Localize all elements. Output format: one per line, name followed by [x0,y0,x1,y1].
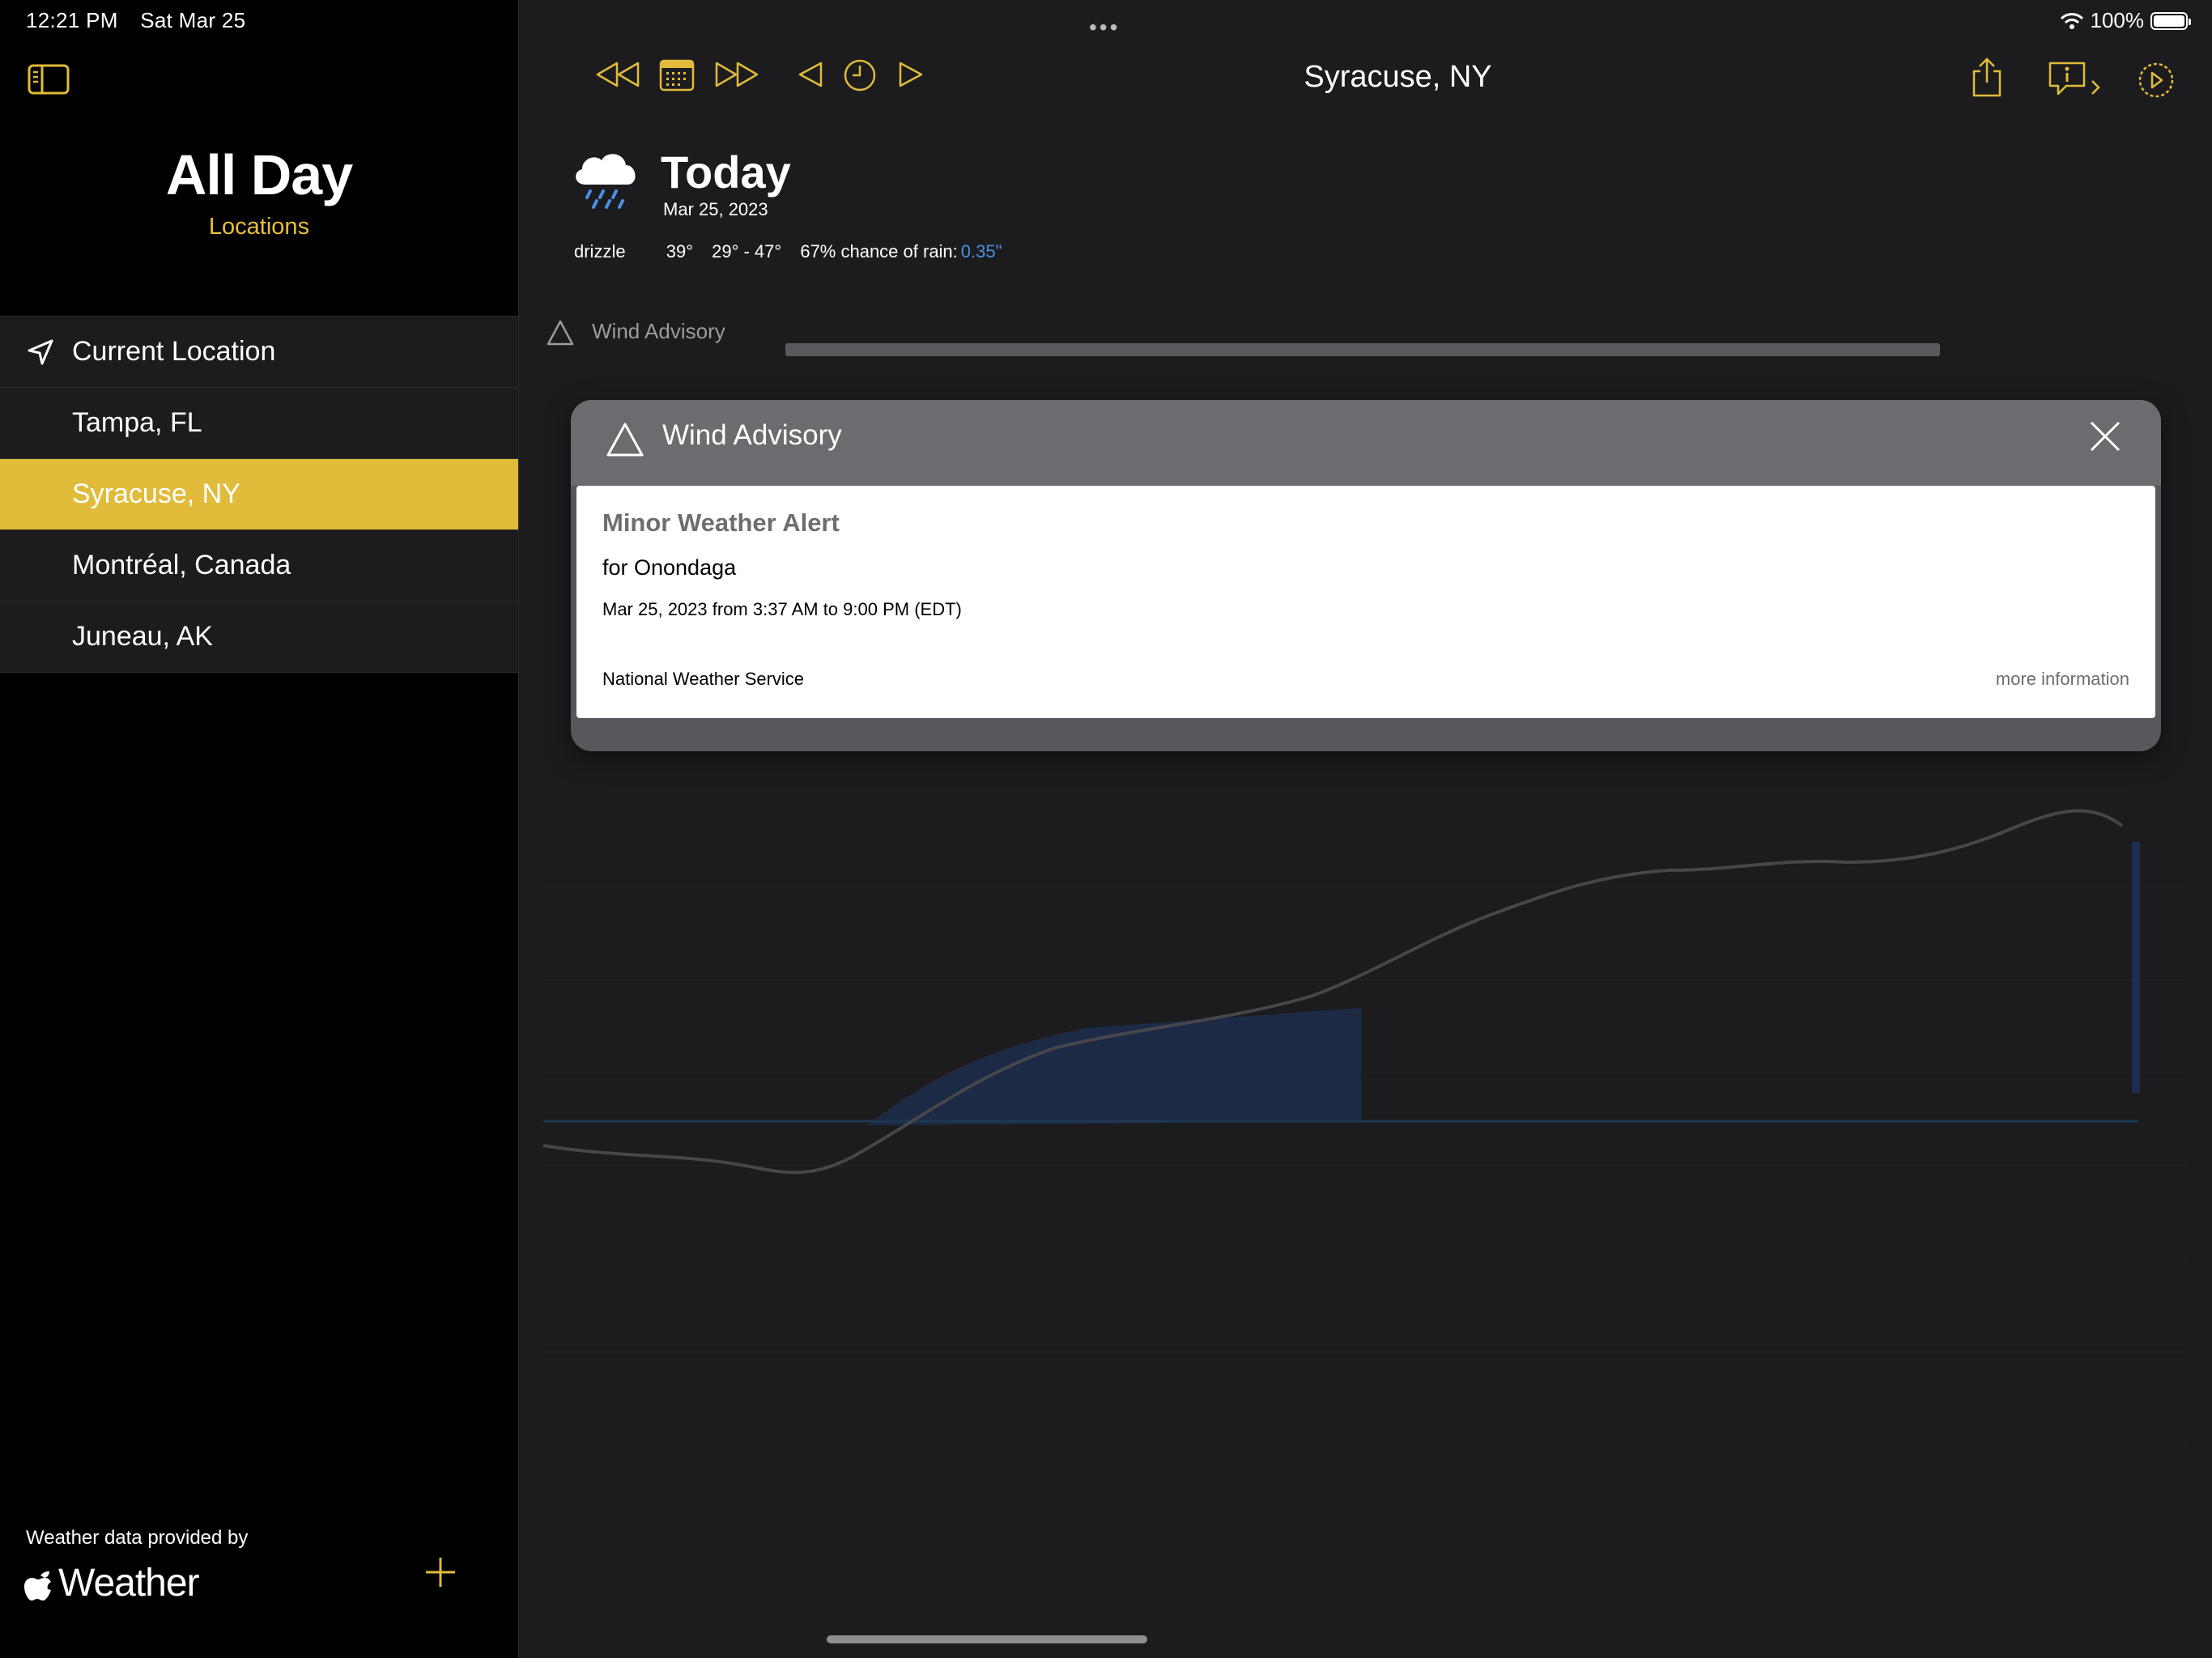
location-label: Current Location [72,336,276,367]
home-indicator [827,1635,1147,1643]
conditions-summary: drizzle 39° 29° - 47° 67% chance of rain… [574,241,1015,262]
temperature-graph [542,793,2187,1446]
weather-brand[interactable]: Weather [24,1561,200,1605]
app-title: All Day [165,143,353,206]
location-item-syracuse[interactable]: Syracuse, NY [0,459,518,530]
current-temp: 39° [666,241,693,261]
info-detail-icon[interactable] [2047,60,2105,102]
rain-chance: 67% chance of rain: [800,241,958,261]
sidebar-toggle-icon[interactable] [28,63,70,96]
rain-amount: 0.35" [960,241,1002,261]
modal-title: Wind Advisory [662,419,842,451]
apple-logo-icon [24,1571,51,1601]
location-label: Juneau, AK [72,621,213,652]
warning-icon [606,423,644,457]
alert-severity: Minor Weather Alert [602,508,840,537]
alert-row-label[interactable]: Wind Advisory [592,319,725,344]
condition-text: drizzle [574,241,626,261]
status-date: Sat Mar 25 [140,8,246,32]
location-item-juneau[interactable]: Juneau, AK [0,602,518,673]
temp-range: 29° - 47° [712,241,782,261]
add-location-button[interactable] [421,1553,460,1592]
multitasking-dots[interactable]: ••• [1089,15,1120,40]
share-icon[interactable] [1969,57,2005,99]
status-bar-left: 12:21 PM Sat Mar 25 [26,8,245,33]
sidebar: 12:21 PM Sat Mar 25 All Day Locations Cu… [0,0,519,1658]
alert-modal: Wind Advisory Minor Weather Alert for On… [571,400,2161,751]
location-arrow-icon [28,339,53,365]
day-date: Mar 25, 2023 [663,199,768,219]
location-item-current[interactable]: Current Location [0,317,518,388]
brand-label: Weather [58,1562,200,1605]
status-bar-right: 100% [2060,8,2191,33]
status-time: 12:21 PM [26,8,118,32]
location-list: Current Location Tampa, FL Syracuse, NY … [0,316,518,673]
location-item-tampa[interactable]: Tampa, FL [0,388,518,459]
drizzle-cloud-icon [576,154,636,209]
battery-icon [2150,11,2191,30]
location-label: Tampa, FL [72,407,202,438]
modal-header: Wind Advisory [571,400,2161,486]
wifi-icon [2060,12,2083,29]
alert-duration-bar[interactable] [785,343,1940,356]
main-panel: ••• 100% Syracuse, NY Today Mar 25, 2023… [519,0,2212,1658]
settings-dial-icon[interactable] [2136,60,2176,100]
location-title: Syracuse, NY [1304,60,1492,94]
alert-area: for Onondaga [602,555,737,580]
location-label: Montréal, Canada [72,550,291,580]
close-icon[interactable] [2088,419,2122,453]
location-label: Syracuse, NY [72,478,240,509]
location-item-montreal[interactable]: Montréal, Canada [0,530,518,602]
day-title: Today [661,147,791,198]
more-information-link[interactable]: more information [1996,669,2129,690]
alert-source: National Weather Service [602,669,805,689]
alert-time-range: Mar 25, 2023 from 3:37 AM to 9:00 PM (ED… [602,599,962,619]
battery-percent: 100% [2090,8,2145,32]
data-credit: Weather data provided by [26,1527,249,1549]
alert-detail-card: Minor Weather Alert for Onondaga Mar 25,… [576,486,2155,718]
app-subtitle: Locations [208,214,310,240]
warning-icon [547,320,574,346]
